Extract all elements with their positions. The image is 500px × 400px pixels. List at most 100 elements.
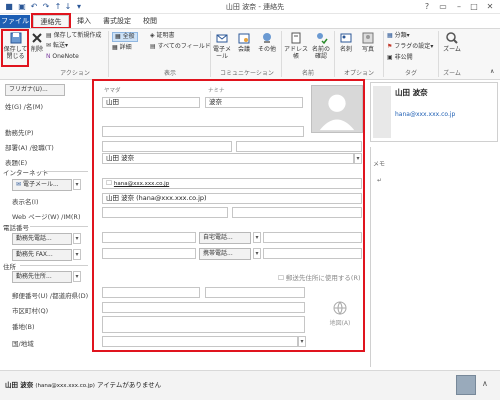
company-label: 勤務先(P) bbox=[5, 129, 34, 137]
forward-icon: ✉ bbox=[46, 42, 53, 49]
picture-label: 写真 bbox=[361, 46, 374, 53]
street-label: 番地(B) bbox=[12, 323, 35, 331]
redo-icon[interactable]: ↷ bbox=[41, 2, 51, 12]
general-button[interactable]: ▦ 全般 bbox=[112, 32, 138, 42]
tab-highlight bbox=[31, 13, 71, 29]
business-card-icon bbox=[340, 33, 352, 43]
expand-people-pane-icon[interactable]: ∧ bbox=[482, 379, 488, 388]
postal-label: 郵便番号(U) /都道府県(D) bbox=[12, 292, 89, 300]
internet-section: インターネット bbox=[3, 169, 49, 177]
zoom-button[interactable]: ズーム bbox=[442, 31, 462, 53]
work-address-button[interactable]: 勤務先住所... bbox=[12, 271, 72, 283]
ribbon-divider bbox=[108, 31, 109, 77]
tab-insert[interactable]: 挿入 bbox=[72, 15, 96, 28]
customize-icon[interactable]: ▾ bbox=[74, 2, 84, 12]
email-small-icon: ✉ bbox=[16, 181, 23, 188]
other-button[interactable]: その他 bbox=[256, 31, 278, 53]
work-fax-button[interactable]: 勤務先 FAX... bbox=[12, 249, 72, 261]
ribbon-display-icon[interactable]: ▭ bbox=[436, 1, 450, 13]
categorize-label: 分類 bbox=[394, 32, 407, 39]
delete-button[interactable]: 削除 bbox=[30, 31, 44, 53]
certificate-label: 証明書 bbox=[156, 32, 175, 39]
meeting-icon bbox=[238, 33, 250, 44]
check-names-button[interactable]: 名前の確認 bbox=[310, 31, 332, 60]
categorize-button[interactable]: ▦ 分類▾ bbox=[387, 32, 410, 40]
private-button[interactable]: ▣ 非公開 bbox=[387, 54, 413, 62]
group-comm-label: コミュニケーション bbox=[220, 70, 274, 77]
phone-section: 電話番号 bbox=[3, 224, 29, 232]
outlook-icon: ■ bbox=[5, 2, 13, 11]
form-highlight bbox=[92, 79, 365, 352]
followup-label: フラグの設定 bbox=[394, 43, 431, 50]
display-as-label: 表題(E) bbox=[5, 159, 28, 167]
save-icon[interactable]: ▣ bbox=[17, 2, 27, 12]
picture-button[interactable]: 写真 bbox=[357, 31, 379, 53]
tab-review[interactable]: 校閲 bbox=[138, 15, 162, 28]
other-icon bbox=[263, 33, 271, 43]
all-fields-label: すべてのフィールド bbox=[157, 43, 211, 50]
close-icon[interactable]: ✕ bbox=[483, 1, 497, 13]
meeting-button[interactable]: 会議 bbox=[234, 31, 254, 53]
card-name: 山田 波奈 bbox=[395, 88, 428, 97]
section-divider bbox=[20, 265, 88, 266]
check-names-icon bbox=[317, 33, 328, 45]
onenote-label: OneNote bbox=[52, 53, 79, 60]
followup-button[interactable]: ⚑ フラグの設定▾ bbox=[387, 43, 433, 51]
business-card-preview[interactable]: 山田 波奈 hana@xxx.xxx.co.jp bbox=[370, 82, 498, 142]
forward-button[interactable]: ✉ 転送▾ bbox=[46, 42, 68, 50]
work-fax-dropdown[interactable]: ▾ bbox=[73, 249, 81, 260]
ribbon-divider bbox=[281, 31, 282, 77]
address-section: 住所 bbox=[3, 263, 16, 271]
work-phone-dropdown[interactable]: ▾ bbox=[73, 233, 81, 244]
down-icon[interactable]: ↓ bbox=[63, 2, 73, 12]
maximize-icon[interactable]: □ bbox=[467, 1, 481, 13]
email-dropdown[interactable]: ▾ bbox=[73, 179, 81, 190]
notes-area[interactable]: メモ ↵ bbox=[370, 147, 498, 367]
up-icon[interactable]: ↑ bbox=[53, 2, 63, 12]
save-new-icon: ▤ bbox=[46, 32, 54, 39]
display-name-label: 表示名(I) bbox=[12, 198, 39, 206]
meeting-label: 会議 bbox=[237, 46, 250, 53]
delete-icon bbox=[32, 33, 42, 43]
ribbon-divider bbox=[210, 31, 211, 77]
group-action-label: アクション bbox=[60, 70, 90, 77]
forward-label: 転送 bbox=[52, 42, 65, 49]
furigana-button[interactable]: フリガナ(U)... bbox=[5, 84, 65, 96]
help-icon[interactable]: ? bbox=[420, 1, 434, 13]
onenote-button[interactable]: N OneNote bbox=[46, 53, 79, 61]
work-address-dropdown[interactable]: ▾ bbox=[73, 271, 81, 282]
tab-file[interactable]: ファイル bbox=[0, 15, 30, 28]
collapse-ribbon-icon[interactable]: ∧ bbox=[490, 68, 494, 76]
card-email: hana@xxx.xxx.co.jp bbox=[395, 111, 456, 118]
certificate-button[interactable]: ◈ 証明書 bbox=[150, 32, 175, 40]
detail-icon: ▦ bbox=[112, 44, 120, 51]
status-text: 山田 波奈 (hana@xxx.xxx.co.jp) アイテムがありません bbox=[5, 379, 161, 389]
undo-icon[interactable]: ↶ bbox=[29, 2, 39, 12]
save-new-button[interactable]: ▤ 保存して新規作成 bbox=[46, 32, 101, 40]
notes-cursor: ↵ bbox=[377, 177, 383, 184]
country-label: 国/地域 bbox=[12, 340, 34, 348]
work-phone-button[interactable]: 勤務先電話... bbox=[12, 233, 72, 245]
group-display-label: 表示 bbox=[163, 70, 176, 77]
city-label: 市区町村(Q) bbox=[12, 307, 49, 315]
delete-label: 削除 bbox=[30, 46, 43, 53]
all-fields-button[interactable]: ▤ すべてのフィールド bbox=[150, 43, 211, 51]
ribbon-divider bbox=[334, 31, 335, 77]
status-message: アイテムがありません bbox=[97, 381, 162, 389]
title-bar: ■ ▣ ↶ ↷ ↑ ↓ ▾ 山田 波奈 - 連絡先 ? ▭ – □ ✕ bbox=[0, 0, 500, 14]
email-button-label: 電子メール... bbox=[22, 181, 59, 188]
minimize-icon[interactable]: – bbox=[452, 1, 466, 13]
general-label: 全般 bbox=[122, 33, 135, 40]
detail-button[interactable]: ▦ 詳細 bbox=[112, 44, 132, 52]
name-label: 姓(G) /名(M) bbox=[5, 103, 44, 111]
other-label: その他 bbox=[257, 46, 276, 53]
tab-format[interactable]: 書式設定 bbox=[100, 15, 134, 28]
email-ribbon-button[interactable]: 電子メール bbox=[212, 31, 232, 60]
email-button[interactable]: ✉ 電子メール... bbox=[12, 179, 72, 191]
all-fields-icon: ▤ bbox=[150, 43, 158, 50]
lock-icon: ▣ bbox=[387, 54, 395, 61]
people-pane-avatar[interactable] bbox=[456, 375, 476, 395]
status-name: 山田 波奈 bbox=[5, 381, 34, 389]
address-book-button[interactable]: アドレス帳 bbox=[284, 31, 308, 60]
business-card-button[interactable]: 名刺 bbox=[337, 31, 355, 53]
